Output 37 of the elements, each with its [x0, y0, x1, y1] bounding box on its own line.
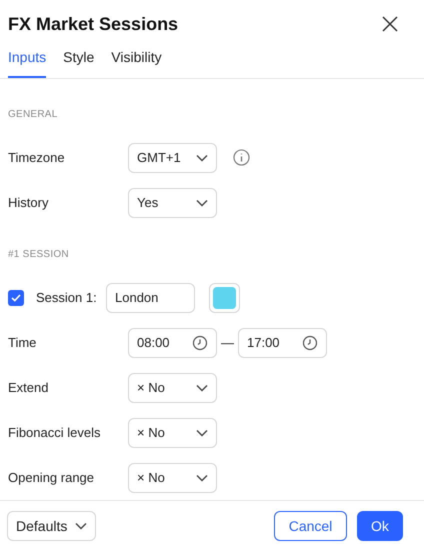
range-separator: — [221, 334, 234, 352]
clock-icon [192, 334, 208, 351]
time-field[interactable]: 08:00 [128, 328, 217, 358]
time-field[interactable]: 17:00 [238, 328, 327, 358]
chevron-down-icon [196, 154, 208, 162]
ok-button[interactable]: Ok [357, 511, 403, 542]
select-dropdown[interactable]: × No [128, 462, 217, 493]
select-dropdown[interactable]: Yes [128, 188, 217, 218]
section-heading: GENERAL [8, 108, 58, 122]
cancel-button[interactable]: Cancel [274, 511, 347, 542]
field-label: Fibonacci levels [8, 424, 102, 442]
checkmark-icon [11, 294, 21, 302]
field-label: Timezone [8, 149, 66, 168]
dialog-title: FX Market Sessions [8, 12, 178, 36]
chevron-down-icon [196, 428, 208, 437]
section-heading: #1 SESSION [8, 248, 69, 262]
clock-icon [302, 334, 318, 351]
chevron-down-icon [196, 474, 208, 482]
field-label: History [8, 194, 50, 212]
checkbox[interactable] [8, 290, 24, 306]
info-icon[interactable] [233, 149, 250, 166]
field-label: Extend [8, 379, 50, 398]
select-dropdown[interactable]: × No [128, 418, 217, 448]
field-label: Session 1: [36, 289, 98, 308]
field-label: Time [8, 334, 38, 352]
tab[interactable]: Visibility [111, 38, 162, 78]
chevron-down-icon [196, 198, 208, 207]
field-label: Opening range [8, 469, 96, 488]
close-icon[interactable] [382, 16, 398, 32]
select-dropdown[interactable]: × No [128, 372, 217, 403]
select-dropdown[interactable]: GMT+1 [128, 142, 217, 173]
text-field[interactable]: London [106, 282, 195, 313]
tab[interactable]: Inputs [8, 38, 46, 78]
tab[interactable]: Style [63, 38, 94, 78]
chevron-down-icon [196, 384, 208, 392]
chevron-down-icon [75, 522, 88, 530]
defaults-dropdown[interactable]: Defaults [7, 511, 96, 542]
